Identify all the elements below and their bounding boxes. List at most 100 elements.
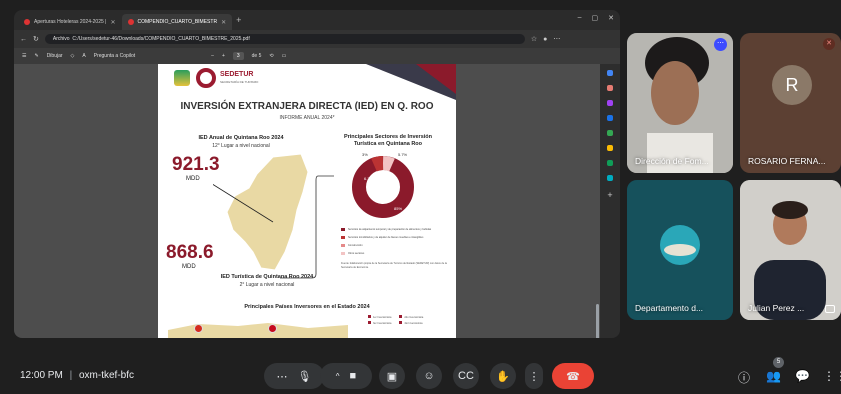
browser-tab-bar: Aperturas Hoteleras 2024-2025 | ✕ COMPEN… (14, 10, 620, 30)
ied-rank: 12° Lugar a nivel nacional (212, 143, 270, 149)
ied-title: IED Anual de Quintana Roo 2024 (198, 135, 284, 141)
flag-icon (268, 324, 277, 333)
participant-name: Dirección de Fom... (635, 156, 709, 166)
page-total: de 5 (251, 53, 262, 59)
logo-title: SEDETUR (220, 71, 254, 78)
present-button[interactable]: ▣ (379, 363, 405, 389)
pin-icon[interactable] (825, 305, 835, 313)
browser-tab-1[interactable]: Aperturas Hoteleras 2024-2025 | ✕ (18, 14, 122, 30)
people-count-badge: 5 (773, 357, 784, 368)
hand-icon: ✋ (496, 370, 510, 383)
draw-button[interactable]: Dibujar (47, 53, 63, 59)
participant-video (740, 180, 841, 320)
sidebar-app-icon[interactable] (607, 85, 613, 91)
legend-item: Construcción (341, 244, 451, 247)
present-icon: ▣ (386, 370, 398, 383)
hangup-icon: ☎ (566, 370, 580, 383)
eraser-icon[interactable]: ◇ (71, 53, 75, 59)
mic-icon[interactable]: 🎙 (298, 370, 312, 383)
sidebar-app-icon[interactable] (607, 70, 613, 76)
meeting-time: 12:00 PM (20, 370, 63, 381)
page-number-input[interactable]: 3 (232, 52, 244, 60)
address-bar: ← ↻ Archivo C:/Users/sedetur-46/Download… (14, 30, 620, 48)
mic-off-icon: ✕ (823, 38, 835, 50)
participant-tile-3[interactable]: Departamento d... (627, 180, 733, 320)
close-icon[interactable]: ✕ (221, 19, 226, 26)
emoji-button[interactable]: ☺ (416, 363, 442, 389)
back-icon[interactable]: ← (20, 36, 27, 43)
participant-tile-1[interactable]: ⋯ Dirección de Fom... (627, 33, 733, 173)
participant-name: Julian Perez ... (748, 303, 805, 313)
sidebar-app-icon[interactable] (607, 175, 613, 181)
sectors-title: Principales Sectores de Inversión Turíst… (343, 134, 433, 147)
add-icon[interactable]: + (607, 190, 612, 200)
shared-screen: Aperturas Hoteleras 2024-2025 | ✕ COMPEN… (14, 10, 620, 338)
avatar: R (772, 65, 812, 105)
new-tab-icon[interactable]: + (236, 15, 241, 25)
ied-unit-2: MDD (182, 264, 196, 270)
pct-label-4: 85% (394, 206, 403, 211)
more-options-icon[interactable]: ⋯ (714, 38, 727, 51)
contents-icon[interactable]: ☰ (22, 53, 26, 59)
participant-video (627, 33, 733, 173)
people-icon[interactable]: 👥 (766, 369, 781, 383)
raise-hand-button[interactable]: ✋ (490, 363, 516, 389)
close-window-icon[interactable]: ✕ (608, 14, 614, 22)
participant-name: ROSARIO FERNA... (748, 156, 826, 166)
legend-item: Servicios inmobiliarios y de alquiler de… (341, 236, 451, 239)
menu-icon[interactable]: ⋯ (553, 35, 560, 43)
sidebar-app-icon[interactable] (607, 160, 613, 166)
zoom-in-icon[interactable]: + (222, 53, 225, 59)
captions-button[interactable]: CC (453, 363, 479, 389)
highlight-icon[interactable]: ✎ (34, 53, 38, 59)
refresh-icon[interactable]: ↻ (33, 35, 39, 43)
sectors-donut-chart (352, 156, 414, 218)
sidebar-app-icon[interactable] (607, 115, 613, 121)
more-vert-icon: ⋮ (528, 370, 540, 383)
pdf-viewer[interactable]: SEDETUR SECRETARÍA DE TURISMO INVERSIÓN … (14, 64, 600, 338)
chevron-up-icon[interactable]: ^ (336, 372, 340, 381)
url-field[interactable]: Archivo C:/Users/sedetur-46/Downloads/CO… (44, 34, 525, 44)
end-call-button[interactable]: ☎ (552, 363, 594, 389)
scrollbar[interactable] (596, 304, 599, 338)
favicon-icon (24, 19, 30, 25)
read-aloud-icon[interactable]: A (82, 53, 85, 59)
minimize-icon[interactable]: – (578, 14, 582, 22)
chat-icon[interactable]: 💬 (795, 369, 810, 383)
sidebar-app-icon[interactable] (607, 145, 613, 151)
camera-control[interactable]: ^ ■ (320, 363, 372, 389)
more-options-button[interactable]: ⋮ (525, 363, 543, 389)
zoom-out-icon[interactable]: – (211, 53, 214, 59)
countries-legend: 1er Inversionista 2do Inversionista 3er … (368, 315, 454, 325)
quintana-roo-logo (174, 70, 190, 86)
sidebar-app-icon[interactable] (607, 130, 613, 136)
emoji-icon: ☺ (423, 370, 435, 382)
close-icon[interactable]: ✕ (110, 19, 115, 26)
browser-tab-2[interactable]: COMPENDIO_CUARTO_BIMESTR ✕ (121, 14, 233, 30)
camera-icon[interactable]: ■ (350, 370, 357, 382)
pdf-toolbar: ☰ ✎ Dibujar ◇ A Pregunta a Copilot – + 3… (14, 48, 620, 64)
participant-tile-4[interactable]: Julian Perez ... (740, 180, 841, 320)
document-title: INVERSIÓN EXTRANJERA DIRECTA (IED) EN Q.… (180, 101, 434, 112)
maximize-icon[interactable]: ▢ (592, 14, 599, 22)
mic-control[interactable]: ⋯ 🎙 (264, 363, 324, 389)
rotate-icon[interactable]: ⟲ (269, 53, 273, 59)
flag-icon (194, 324, 203, 333)
star-icon[interactable]: ☆ (531, 35, 537, 43)
more-audio-icon[interactable]: ⋯ (277, 370, 288, 383)
participant-tile-2[interactable]: ✕ R ROSARIO FERNA... (740, 33, 841, 173)
copilot-button[interactable]: Pregunta a Copilot (94, 53, 135, 59)
meeting-info: 12:00 PM | oxm-tkef-bfc (20, 370, 134, 381)
participant-name: Departamento d... (635, 303, 704, 313)
document-subtitle: INFORME ANUAL 2024* (279, 115, 335, 121)
countries-title: Principales Países Inversores en el Esta… (244, 304, 370, 310)
info-icon[interactable]: ⓘ (738, 369, 750, 386)
connector-line (280, 175, 334, 279)
captions-icon: CC (458, 370, 474, 382)
sidebar-app-icon[interactable] (607, 100, 613, 106)
layout-icon[interactable]: ▭ (282, 53, 287, 59)
activities-icon[interactable]: ⋮⋮ (823, 369, 841, 383)
edge-sidebar: + (600, 64, 620, 338)
favicon-icon (127, 19, 134, 25)
profile-icon[interactable]: ● (543, 36, 547, 43)
